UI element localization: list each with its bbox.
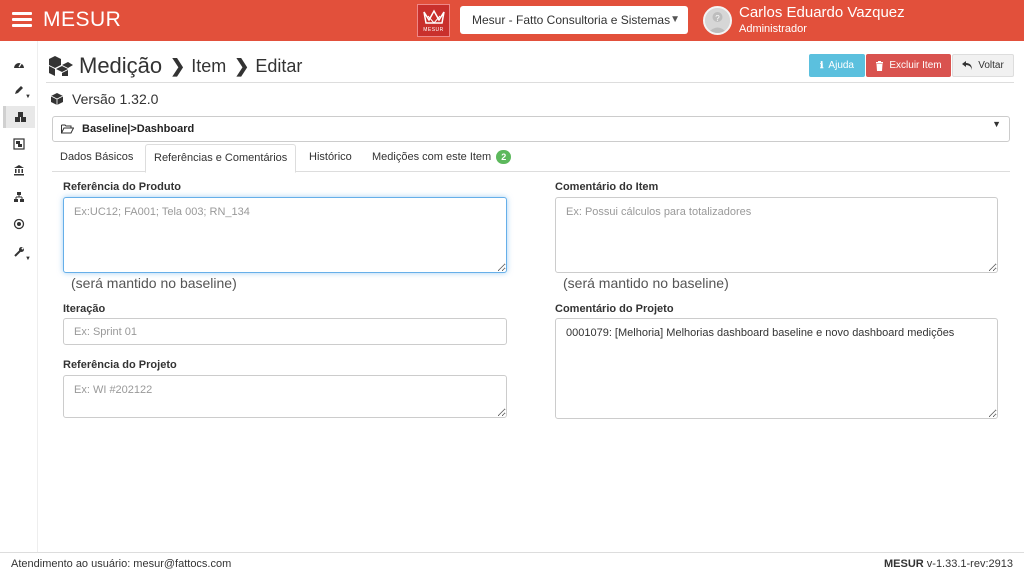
tab-bar: Dados Básicos Referências e Comentários … bbox=[52, 144, 1010, 173]
iteracao-field[interactable] bbox=[63, 318, 507, 345]
baseline-value: Baseline|>Dashboard bbox=[82, 123, 195, 135]
user-role: Administrador bbox=[739, 23, 807, 35]
tab-dados-basicos[interactable]: Dados Básicos bbox=[52, 144, 141, 172]
app-version: MESUR v-1.33.1-rev:2913 bbox=[884, 553, 1013, 576]
cubes-icon bbox=[49, 56, 73, 76]
ref-projeto-field[interactable] bbox=[63, 375, 507, 418]
iteracao-label: Iteração bbox=[63, 303, 106, 315]
organization-select-value: Mesur - Fatto Consultoria e Sistemas bbox=[472, 13, 671, 27]
top-bar: MESUR MESUR Mesur - Fatto Consultoria e … bbox=[0, 0, 1024, 41]
menu-toggle-icon[interactable] bbox=[12, 12, 32, 28]
mesur-logo: MESUR bbox=[417, 4, 450, 37]
ref-produto-hint: (será mantido no baseline) bbox=[71, 275, 237, 291]
crown-icon bbox=[422, 9, 445, 24]
comentario-projeto-label: Comentário do Projeto bbox=[555, 303, 674, 315]
tab-historico[interactable]: Histórico bbox=[301, 144, 360, 172]
page-title: Medição ❯ Item ❯ Editar bbox=[46, 50, 302, 82]
sidebar: ▼ ▼ bbox=[0, 41, 38, 552]
organization-select[interactable]: Mesur - Fatto Consultoria e Sistemas ▼ bbox=[460, 6, 688, 34]
folder-open-icon bbox=[61, 124, 74, 134]
header-divider bbox=[46, 82, 1014, 83]
help-button[interactable]: ℹ Ajuda bbox=[809, 54, 865, 77]
dashboard-icon[interactable] bbox=[3, 53, 35, 75]
version-text: Versão 1.32.0 bbox=[72, 91, 159, 107]
logo-text: MESUR bbox=[423, 27, 444, 33]
tab-referencias-comentarios[interactable]: Referências e Comentários bbox=[145, 144, 297, 173]
cube-icon bbox=[50, 93, 64, 105]
sitemap-icon[interactable] bbox=[3, 186, 35, 208]
chevron-right-icon: ❯ bbox=[234, 55, 250, 76]
undo-icon bbox=[962, 61, 973, 70]
tab-medicoes[interactable]: Medições com este Item 2 bbox=[364, 144, 519, 172]
ref-produto-field[interactable] bbox=[63, 197, 507, 273]
caret-down-icon: ▼ bbox=[25, 94, 31, 100]
ref-projeto-label: Referência do Projeto bbox=[63, 359, 177, 371]
help-button-label: Ajuda bbox=[828, 60, 854, 71]
wrench-icon[interactable]: ▼ bbox=[3, 241, 35, 263]
cubes-icon[interactable] bbox=[3, 106, 35, 128]
caret-down-icon: ▼ bbox=[992, 119, 1001, 129]
ref-produto-label: Referência do Produto bbox=[63, 181, 181, 193]
object-group-icon[interactable] bbox=[3, 133, 35, 155]
support-contact: Atendimento ao usuário: mesur@fattocs.co… bbox=[11, 558, 232, 570]
back-button-label: Voltar bbox=[978, 60, 1004, 71]
caret-down-icon: ▼ bbox=[25, 256, 31, 262]
footer-product: MESUR bbox=[883, 558, 924, 570]
footer: Atendimento ao usuário: mesur@fattocs.co… bbox=[0, 552, 1024, 576]
chevron-down-icon: ▼ bbox=[670, 14, 680, 25]
app-name[interactable]: MESUR bbox=[43, 8, 121, 32]
comentario-item-field[interactable] bbox=[555, 197, 998, 273]
comentario-item-hint: (será mantido no baseline) bbox=[563, 275, 729, 291]
breadcrumb-editar: Editar bbox=[255, 55, 303, 76]
user-name[interactable]: Carlos Eduardo Vazquez bbox=[739, 4, 905, 21]
back-button[interactable]: Voltar bbox=[952, 54, 1014, 77]
count-badge: 2 bbox=[496, 150, 512, 164]
delete-item-button-label: Excluir Item bbox=[889, 60, 942, 71]
trash-icon bbox=[876, 60, 884, 71]
chevron-right-icon: ❯ bbox=[170, 55, 186, 76]
pencil-icon[interactable]: ▼ bbox=[3, 79, 35, 101]
tab-medicoes-label: Medições com este Item bbox=[372, 151, 492, 163]
avatar[interactable]: ? bbox=[703, 6, 732, 35]
info-icon: ℹ bbox=[820, 60, 824, 70]
comentario-projeto-field[interactable]: 0001079: [Melhoria] Melhorias dashboard … bbox=[555, 318, 998, 419]
footer-version: v-1.33.1-rev:2913 bbox=[923, 558, 1013, 570]
version-label: Versão 1.32.0 bbox=[50, 91, 158, 107]
svg-text:?: ? bbox=[715, 14, 720, 23]
baseline-select[interactable]: Baseline|>Dashboard ▼ bbox=[52, 116, 1010, 142]
user-placeholder-icon: ? bbox=[705, 8, 730, 33]
comentario-item-label: Comentário do Item bbox=[555, 181, 659, 193]
delete-item-button[interactable]: Excluir Item bbox=[866, 54, 951, 77]
institution-icon[interactable] bbox=[3, 159, 35, 181]
breadcrumb-item[interactable]: Item bbox=[191, 56, 226, 77]
dot-circle-icon[interactable] bbox=[3, 213, 35, 235]
title-medicao[interactable]: Medição bbox=[79, 53, 162, 79]
